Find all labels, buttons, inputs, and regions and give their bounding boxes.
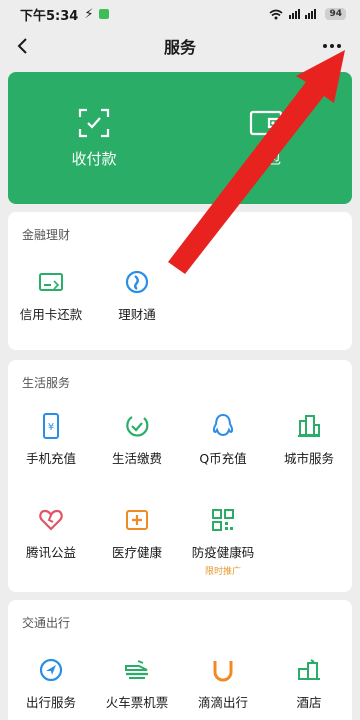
item-label: 城市服务 [283,451,334,466]
city-service-icon [295,412,323,440]
wealth-button[interactable]: 理财通 [94,268,180,323]
wealth-icon [123,268,151,296]
item-label: 腾讯公益 [25,545,76,560]
status-time: 下午5:34 [20,8,79,24]
signal-icon [289,9,317,19]
more-dot-icon [337,44,341,48]
qq-coin-button[interactable]: Q币充值 [180,412,266,467]
city-service-button[interactable]: 城市服务 [266,412,352,467]
didi-button[interactable]: 滴滴出行 [180,656,266,711]
medical-icon [123,506,151,534]
qr-code-icon [209,506,237,534]
item-label: 理财通 [118,307,156,322]
nav-bar: 服务 [0,28,360,64]
utility-pay-button[interactable]: 生活缴费 [94,412,180,467]
travel-service-button[interactable]: 出行服务 [8,656,94,711]
item-label: 出行服务 [25,695,76,710]
qq-coin-icon [209,412,237,440]
wallet-label: 钱包 [250,148,281,167]
item-label: Q币充值 [199,451,247,466]
svg-text:¥: ¥ [48,422,54,433]
section-title: 生活服务 [22,376,71,390]
finance-section: 金融理财 信用卡还款 理财通 [8,212,352,350]
chevron-left-icon [17,38,27,54]
item-label: 滴滴出行 [197,695,248,710]
wallet-icon [249,110,283,135]
credit-card-repay-button[interactable]: 信用卡还款 [8,268,94,323]
more-dot-icon [323,44,327,48]
item-label: 火车票机票 [105,695,169,710]
item-label: 生活缴费 [111,451,162,466]
item-label: 手机充值 [25,451,76,466]
scan-check-icon [78,108,110,137]
credit-card-icon [37,268,65,296]
charity-heart-icon [37,506,65,534]
back-button[interactable] [8,32,36,60]
transport-section: 交通出行 出行服务 火车票机票 滴滴出行 酒店 [8,600,352,720]
phone-recharge-icon: ¥ [37,412,65,440]
payment-card: 收付款 钱包 [8,72,352,204]
wallet-button[interactable]: 钱包 [180,72,352,204]
more-dot-icon [330,44,334,48]
receive-pay-label: 收付款 [71,149,117,168]
item-label: 防疫健康码 [191,545,255,560]
receive-pay-button[interactable]: 收付款 [8,72,180,204]
charity-button[interactable]: 腾讯公益 [8,506,94,561]
section-title: 交通出行 [22,616,71,630]
health-code-button[interactable]: 防疫健康码 限时推广 [180,506,266,577]
status-bar: 下午5:34 ⚡ 94 [0,0,360,28]
section-title: 金融理财 [22,228,71,242]
more-options-button[interactable] [316,32,348,60]
life-services-section: 生活服务 ¥ 手机充值 生活缴费 Q币充值 城市服务 腾讯公益 医疗健康 防疫健… [8,360,352,592]
item-label: 酒店 [296,695,322,710]
promo-badge: 限时推广 [204,567,241,577]
navigation-icon [37,656,65,684]
medical-button[interactable]: 医疗健康 [94,506,180,561]
utility-pay-icon [123,412,151,440]
notification-icon: ⚡ [84,6,94,22]
phone-recharge-button[interactable]: ¥ 手机充值 [8,412,94,467]
train-icon [123,656,151,684]
hotel-icon [295,656,323,684]
app-notification-icon [99,9,110,19]
train-flight-button[interactable]: 火车票机票 [94,656,180,711]
didi-icon [209,656,237,684]
page-title: 服务 [163,38,196,57]
wifi-icon [269,9,283,19]
item-label: 医疗健康 [111,545,162,560]
battery-indicator: 94 [325,8,346,20]
item-label: 信用卡还款 [19,307,83,322]
hotel-button[interactable]: 酒店 [266,656,352,711]
